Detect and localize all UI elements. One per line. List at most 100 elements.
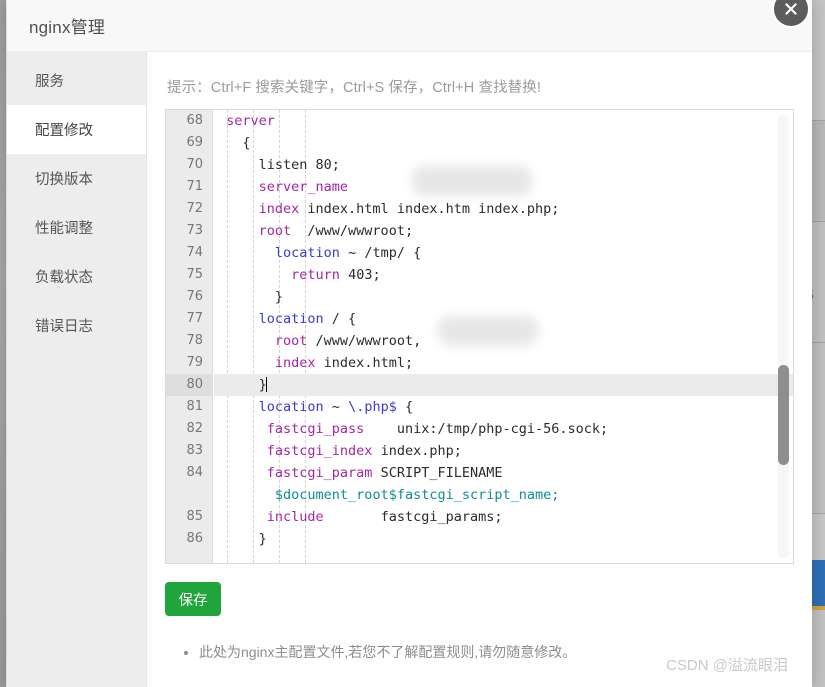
code-line[interactable]: 79 index index.html;: [166, 352, 793, 374]
code-token: fastcgi_param: [258, 465, 373, 481]
code-token: /www/wwwroot;: [291, 223, 414, 239]
code-token: root: [258, 223, 292, 239]
code-text[interactable]: {: [214, 132, 793, 154]
code-line[interactable]: 72 index index.html index.htm index.php;: [166, 198, 793, 220]
code-line[interactable]: 78 root /www/wwwroot,: [166, 316, 793, 352]
line-number: 82: [166, 418, 213, 440]
code-token: index.html;: [315, 355, 414, 371]
code-text[interactable]: server_name: [214, 176, 793, 198]
code-line[interactable]: $document_root$fastcgi_script_name;: [166, 484, 793, 506]
code-token: index.php;: [372, 443, 462, 459]
line-number: 86: [166, 528, 213, 550]
sidebar-item-label: 错误日志: [35, 319, 93, 335]
code-token: SCRIPT_FILENAME: [372, 465, 503, 481]
code-text[interactable]: fastcgi_index index.php;: [214, 440, 793, 462]
code-token: return: [291, 267, 340, 283]
code-line[interactable]: 76 }: [166, 286, 793, 308]
code-line[interactable]: 82 fastcgi_pass unix:/tmp/php-cgi-56.soc…: [166, 418, 793, 440]
code-line[interactable]: 74 location ~ /tmp/ {: [166, 242, 793, 264]
code-text[interactable]: }: [214, 286, 793, 308]
sidebar-item-label: 配置修改: [35, 123, 93, 139]
line-number: 73: [166, 220, 213, 242]
code-token: location: [274, 245, 340, 261]
code-token: fastcgi_pass: [258, 421, 365, 437]
editor-scrollbar-thumb[interactable]: [778, 365, 789, 465]
sidebar-item-label: 负载状态: [35, 270, 93, 286]
dialog-body: 服务 配置修改 切换版本 性能调整 负载状态 错误日志 提示：Ctrl+F 搜索…: [7, 52, 812, 687]
code-line[interactable]: 70 listen 80;: [166, 154, 793, 176]
line-number: 83: [166, 440, 213, 462]
code-text[interactable]: }: [214, 374, 793, 396]
save-button[interactable]: 保存: [165, 582, 221, 616]
code-token: index.html index.htm index.php;: [299, 201, 560, 217]
line-number: 77: [166, 308, 213, 330]
sidebar-item-service[interactable]: 服务: [7, 56, 146, 105]
code-line[interactable]: 83 fastcgi_index index.php;: [166, 440, 793, 462]
code-token: /www/wwwroot,: [307, 333, 422, 349]
line-number: 85: [166, 506, 213, 528]
code-text[interactable]: location ~ /tmp/ {: [214, 242, 793, 264]
code-text[interactable]: $document_root$fastcgi_script_name;: [214, 484, 793, 506]
config-code-editor[interactable]: 68 server 69 {70 listen 80; 71 server_name…: [165, 109, 794, 564]
code-token: index: [274, 355, 316, 371]
code-text[interactable]: fastcgi_param SCRIPT_FILENAME: [214, 462, 793, 484]
code-text[interactable]: location ~ \.php$ {: [214, 396, 793, 418]
sidebar-item-config[interactable]: 配置修改: [7, 105, 146, 154]
sidebar-item-load[interactable]: 负载状态: [7, 252, 146, 301]
sidebar-item-perf[interactable]: 性能调整: [7, 203, 146, 252]
nginx-manage-dialog: nginx管理 服务 配置修改 切换版本 性能调整 负载状态 错误日志 提示：C…: [7, 0, 812, 687]
line-number: 84: [166, 462, 213, 484]
code-line[interactable]: 75 return 403;: [166, 264, 793, 286]
text-caret: [265, 377, 267, 392]
code-line[interactable]: 86 }: [166, 528, 793, 550]
code-text[interactable]: server: [214, 110, 793, 132]
code-token: root: [274, 333, 308, 349]
line-number: 74: [166, 242, 213, 264]
line-number: 79: [166, 352, 213, 374]
sidebar-item-version[interactable]: 切换版本: [7, 154, 146, 203]
line-number: 69: [166, 132, 213, 154]
code-text[interactable]: root /www/wwwroot,: [214, 330, 793, 352]
code-line[interactable]: 77 location / {: [166, 308, 793, 330]
dialog-header: nginx管理: [7, 0, 812, 52]
code-token: listen 80;: [258, 157, 340, 173]
code-text[interactable]: root /www/wwwroot;: [214, 220, 793, 242]
code-text[interactable]: fastcgi_pass unix:/tmp/php-cgi-56.sock;: [214, 418, 793, 440]
code-token: server_name: [258, 179, 349, 195]
code-line[interactable]: 85 include fastcgi_params;: [166, 506, 793, 528]
code-text[interactable]: index index.html index.htm index.php;: [214, 198, 793, 220]
code-token: unix:/tmp/php-cgi-56.sock;: [364, 421, 609, 437]
line-number: 75: [166, 264, 213, 286]
code-line[interactable]: 71 server_name: [166, 166, 793, 198]
code-text[interactable]: include fastcgi_params;: [214, 506, 793, 528]
line-number: 78: [166, 330, 213, 352]
code-token: fastcgi_index: [258, 443, 373, 459]
line-number: 76: [166, 286, 213, 308]
editor-scrollbar-track[interactable]: [778, 115, 789, 558]
backdrop-left-rail: [0, 0, 6, 687]
code-line[interactable]: 68 server: [166, 110, 793, 132]
code-line[interactable]: 80 }: [166, 374, 793, 396]
code-line[interactable]: 69 {: [166, 132, 793, 154]
code-text[interactable]: listen 80;: [214, 154, 793, 176]
code-text[interactable]: }: [214, 528, 793, 550]
code-token: {: [396, 399, 414, 415]
code-lines[interactable]: 68 server 69 {70 listen 80; 71 server_name…: [166, 110, 793, 550]
line-number: 70: [166, 154, 213, 176]
sidebar-item-errorlog[interactable]: 错误日志: [7, 301, 146, 350]
code-token: fastcgi_params;: [323, 509, 503, 525]
code-line[interactable]: 73 root /www/wwwroot;: [166, 220, 793, 242]
code-line[interactable]: 81 location ~ \.php$ {: [166, 396, 793, 418]
code-text[interactable]: return 403;: [214, 264, 793, 286]
line-number: 81: [166, 396, 213, 418]
line-number: 71: [166, 176, 213, 198]
code-text[interactable]: index index.html;: [214, 352, 793, 374]
code-text[interactable]: location / {: [214, 308, 793, 330]
code-token: location: [258, 399, 324, 415]
code-token: ~: [323, 399, 349, 415]
code-token: include: [258, 509, 324, 525]
code-line[interactable]: 84 fastcgi_param SCRIPT_FILENAME: [166, 462, 793, 484]
sidebar-item-label: 切换版本: [35, 172, 93, 188]
line-number: 68: [166, 110, 213, 132]
code-token: \.php$: [348, 399, 397, 415]
